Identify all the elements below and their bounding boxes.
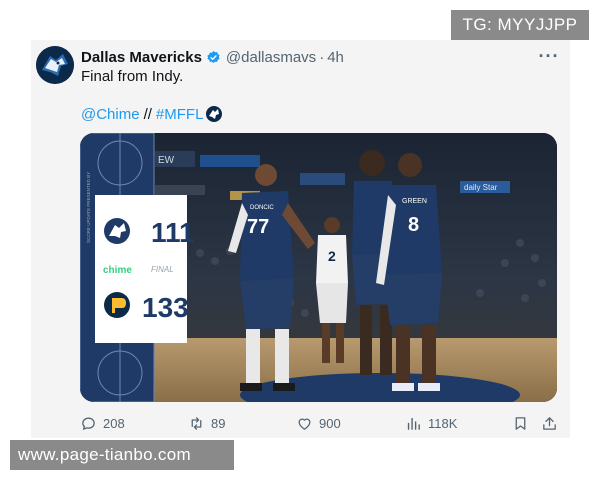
hashtag-link[interactable]: #MFFL: [156, 106, 204, 123]
mention-link[interactable]: @Chime: [81, 106, 140, 123]
bookmark-icon: [515, 416, 526, 430]
mavericks-logo-icon: [104, 218, 130, 244]
watermark-top: TG: MYYJJPP: [451, 10, 589, 40]
scoreboard-side-text: SCORE UPDATE PRESENTED BY: [86, 172, 91, 243]
like-button[interactable]: 900: [296, 412, 341, 434]
tweet-header: Dallas Mavericks @dallasmavs · 4h: [81, 47, 344, 67]
share-button[interactable]: [541, 412, 558, 434]
share-icon: [543, 416, 556, 430]
final-label: FINAL: [151, 265, 174, 274]
avatar[interactable]: [36, 46, 74, 84]
repost-count: 89: [211, 415, 226, 431]
jersey-number-left: 77: [247, 216, 269, 238]
tweet-tags: @Chime // #MFFL: [81, 104, 223, 124]
reply-icon: [82, 417, 95, 430]
sponsor-logo: chime: [103, 265, 132, 276]
mavericks-avatar-icon: [36, 46, 74, 84]
views-button[interactable]: 118K: [405, 412, 457, 434]
timestamp[interactable]: 4h: [327, 49, 344, 66]
arena-sign-3: daily Star: [464, 183, 498, 192]
jersey-number-right: 8: [408, 214, 419, 236]
tweet-screenshot: Dallas Mavericks @dallasmavs · 4h ··· Fi…: [0, 0, 600, 480]
jersey-number-center: 2: [328, 248, 336, 264]
jersey-name-left: DONCIC: [250, 205, 274, 211]
tweet-text: Final from Indy.: [81, 68, 184, 85]
more-options-icon[interactable]: ···: [539, 46, 559, 66]
views-count: 118K: [428, 415, 458, 431]
mavericks-hashflag-icon: [206, 106, 223, 122]
user-handle[interactable]: @dallasmavs: [226, 49, 316, 66]
tag-separator: //: [143, 105, 152, 123]
tweet-media-image[interactable]: EW daily Star SCORE UPDATE PRESENTED BY …: [80, 133, 557, 402]
watermark-bottom: www.page-tianbo.com: [10, 440, 234, 470]
heart-icon: [298, 418, 311, 430]
verified-badge-icon: [206, 50, 221, 65]
bookmark-button[interactable]: [512, 412, 529, 434]
like-count: 900: [319, 415, 341, 431]
tweet-actions: 208 89 900 118K: [80, 412, 560, 434]
repost-icon: [191, 416, 202, 430]
separator-dot: ·: [319, 48, 325, 66]
reply-count: 208: [103, 415, 125, 431]
arena-sign-1: EW: [158, 155, 175, 166]
views-chart-icon: [407, 417, 420, 430]
pacers-logo-icon: [104, 292, 130, 318]
away-score: 133: [142, 292, 189, 323]
jersey-name-right: GREEN: [402, 198, 427, 205]
home-score: 111: [151, 217, 195, 248]
repost-button[interactable]: 89: [188, 412, 225, 434]
display-name[interactable]: Dallas Mavericks: [81, 49, 202, 66]
game-photo: EW daily Star SCORE UPDATE PRESENTED BY …: [80, 133, 557, 402]
reply-button[interactable]: 208: [80, 412, 125, 434]
